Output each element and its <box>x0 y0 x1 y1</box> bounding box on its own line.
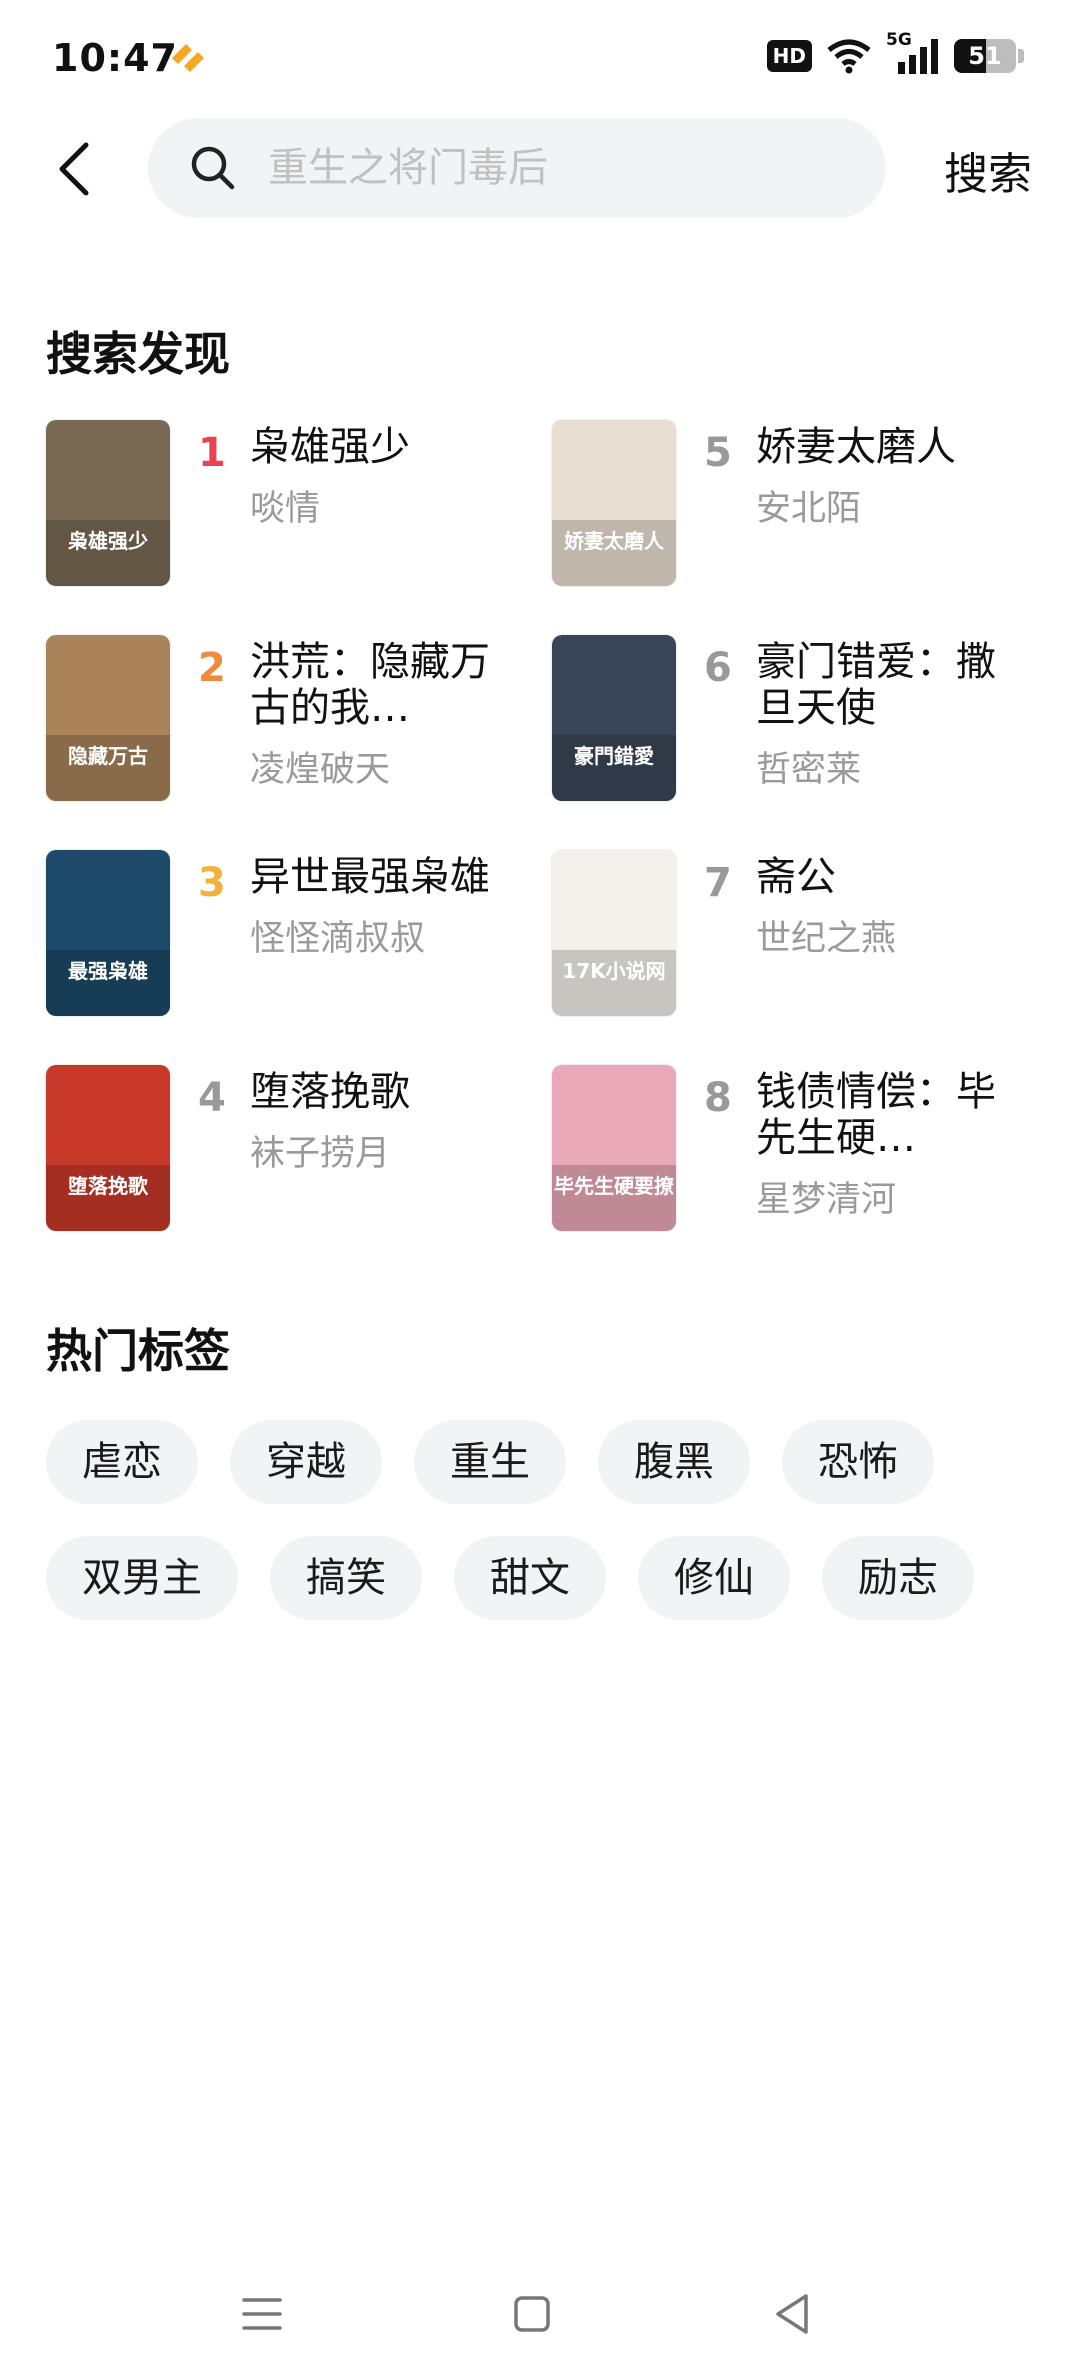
nav-home-button[interactable] <box>502 2284 562 2344</box>
menu-icon <box>242 2298 282 2330</box>
book-item[interactable]: 最强枭雄 3 异世最强枭雄怪怪滴叔叔 <box>46 850 526 1020</box>
book-title[interactable]: 异世最强枭雄 <box>250 854 490 900</box>
book-title[interactable]: 堕落挽歌 <box>250 1069 490 1115</box>
cover-text: 豪門錯愛 <box>574 744 654 768</box>
book-title[interactable]: 斋公 <box>756 854 996 900</box>
book-title[interactable]: 娇妻太磨人 <box>756 424 996 470</box>
book-author: 啖情 <box>250 489 321 529</box>
search-input[interactable] <box>266 144 830 192</box>
book-author: 星梦清河 <box>756 1180 897 1220</box>
back-icon <box>776 2294 808 2334</box>
tag-chip[interactable]: 重生 <box>414 1420 566 1504</box>
book-cover[interactable]: 枭雄强少 <box>46 420 170 586</box>
book-rank: 7 <box>704 860 732 906</box>
discovery-section-title: 搜索发现 <box>46 327 230 381</box>
battery-cap <box>1018 49 1024 63</box>
book-author: 安北陌 <box>756 489 862 529</box>
book-item[interactable]: 娇妻太磨人 5 娇妻太磨人 安北陌 <box>552 420 1032 590</box>
book-cover[interactable]: 毕先生硬要撩 <box>552 1065 676 1231</box>
status-time: 10:47 <box>52 36 178 80</box>
status-bar: 10:47 HD 5G 51 <box>0 0 1080 118</box>
tag-chip[interactable]: 励志 <box>822 1536 974 1620</box>
book-title[interactable]: 洪荒：隐藏万古的我… <box>250 639 490 731</box>
cover-text: 堕落挽歌 <box>68 1174 149 1198</box>
cover-text: 枭雄强少 <box>68 529 148 553</box>
tag-row: 虐恋 穿越 重生 腹黑 恐怖 <box>46 1420 1046 1504</box>
book-cover[interactable]: 豪門錯愛 <box>552 635 676 801</box>
home-icon <box>514 2296 550 2332</box>
cover-text: 毕先生硬要撩 <box>554 1174 675 1198</box>
cover-text: 17K小说网 <box>562 959 665 983</box>
book-title[interactable]: 钱债情偿：毕先生硬… <box>756 1069 996 1161</box>
book-author: 怪怪滴叔叔 <box>250 919 426 959</box>
tag-row: 双男主 搞笑 甜文 修仙 励志 <box>46 1536 1046 1620</box>
nav-menu-button[interactable] <box>232 2284 292 2344</box>
book-item[interactable]: 堕落挽歌 4 堕落挽歌 袜子捞月 <box>46 1065 526 1235</box>
wifi-icon <box>827 39 871 74</box>
search-box[interactable] <box>148 118 886 218</box>
book-rank: 2 <box>198 645 226 691</box>
tag-chip[interactable]: 恐怖 <box>782 1420 934 1504</box>
nav-back-button[interactable] <box>762 2284 822 2344</box>
book-rank: 3 <box>198 860 226 906</box>
battery-icon: 51 <box>954 39 1016 73</box>
search-button[interactable]: 搜索 <box>944 138 1032 202</box>
book-cover[interactable]: 17K小说网 <box>552 850 676 1016</box>
system-nav-bar <box>0 2256 1080 2376</box>
hot-tags-container: 虐恋 穿越 重生 腹黑 恐怖 双男主 搞笑 甜文 修仙 励志 <box>46 1420 1046 1652</box>
tag-chip[interactable]: 虐恋 <box>46 1420 198 1504</box>
book-rank: 4 <box>198 1075 226 1121</box>
book-author: 世纪之燕 <box>756 919 897 959</box>
tag-chip[interactable]: 穿越 <box>230 1420 382 1504</box>
back-button[interactable] <box>44 134 104 204</box>
cellular-signal: 5G <box>886 30 940 76</box>
book-rank: 1 <box>198 430 226 476</box>
hd-badge: HD <box>766 40 812 72</box>
book-author: 凌煌破天 <box>250 750 391 790</box>
cover-text: 隐藏万古 <box>68 744 148 768</box>
book-cover[interactable]: 堕落挽歌 <box>46 1065 170 1231</box>
tag-chip[interactable]: 腹黑 <box>598 1420 750 1504</box>
book-item[interactable]: 隐藏万古 2 洪荒：隐藏万古的我… 凌煌破天 <box>46 635 526 805</box>
tag-chip[interactable]: 双男主 <box>46 1536 238 1620</box>
book-rank: 5 <box>704 430 732 476</box>
book-cover[interactable]: 最强枭雄 <box>46 850 170 1016</box>
book-rank: 8 <box>704 1075 732 1121</box>
signal-icon <box>898 39 938 74</box>
book-author: 哲密莱 <box>756 750 862 790</box>
book-title[interactable]: 枭雄强少 <box>250 424 490 470</box>
cover-text: 最强枭雄 <box>68 959 148 983</box>
book-title[interactable]: 豪门错爱：撒旦天使 <box>756 639 996 731</box>
hot-tags-section-title: 热门标签 <box>46 1324 230 1378</box>
tag-chip[interactable]: 搞笑 <box>270 1536 422 1620</box>
search-icon <box>191 146 235 190</box>
tag-chip[interactable]: 修仙 <box>638 1536 790 1620</box>
book-item[interactable]: 枭雄强少 1 枭雄强少 啖情 <box>46 420 526 590</box>
book-item[interactable]: 豪門錯愛 6 豪门错爱：撒旦天使哲密莱 <box>552 635 1032 805</box>
chevron-left-icon <box>59 142 89 196</box>
book-cover[interactable]: 隐藏万古 <box>46 635 170 801</box>
book-rank: 6 <box>704 645 732 691</box>
cover-text: 娇妻太磨人 <box>564 529 665 553</box>
app-notification-icon <box>172 44 204 72</box>
tag-chip[interactable]: 甜文 <box>454 1536 606 1620</box>
battery-level: 51 <box>968 42 1002 70</box>
book-author: 袜子捞月 <box>250 1134 391 1174</box>
book-item[interactable]: 17K小说网 7 斋公世纪之燕 <box>552 850 1032 1020</box>
book-cover[interactable]: 娇妻太磨人 <box>552 420 676 586</box>
book-item[interactable]: 毕先生硬要撩 8 钱债情偿：毕先生硬… 星梦清河 <box>552 1065 1032 1235</box>
